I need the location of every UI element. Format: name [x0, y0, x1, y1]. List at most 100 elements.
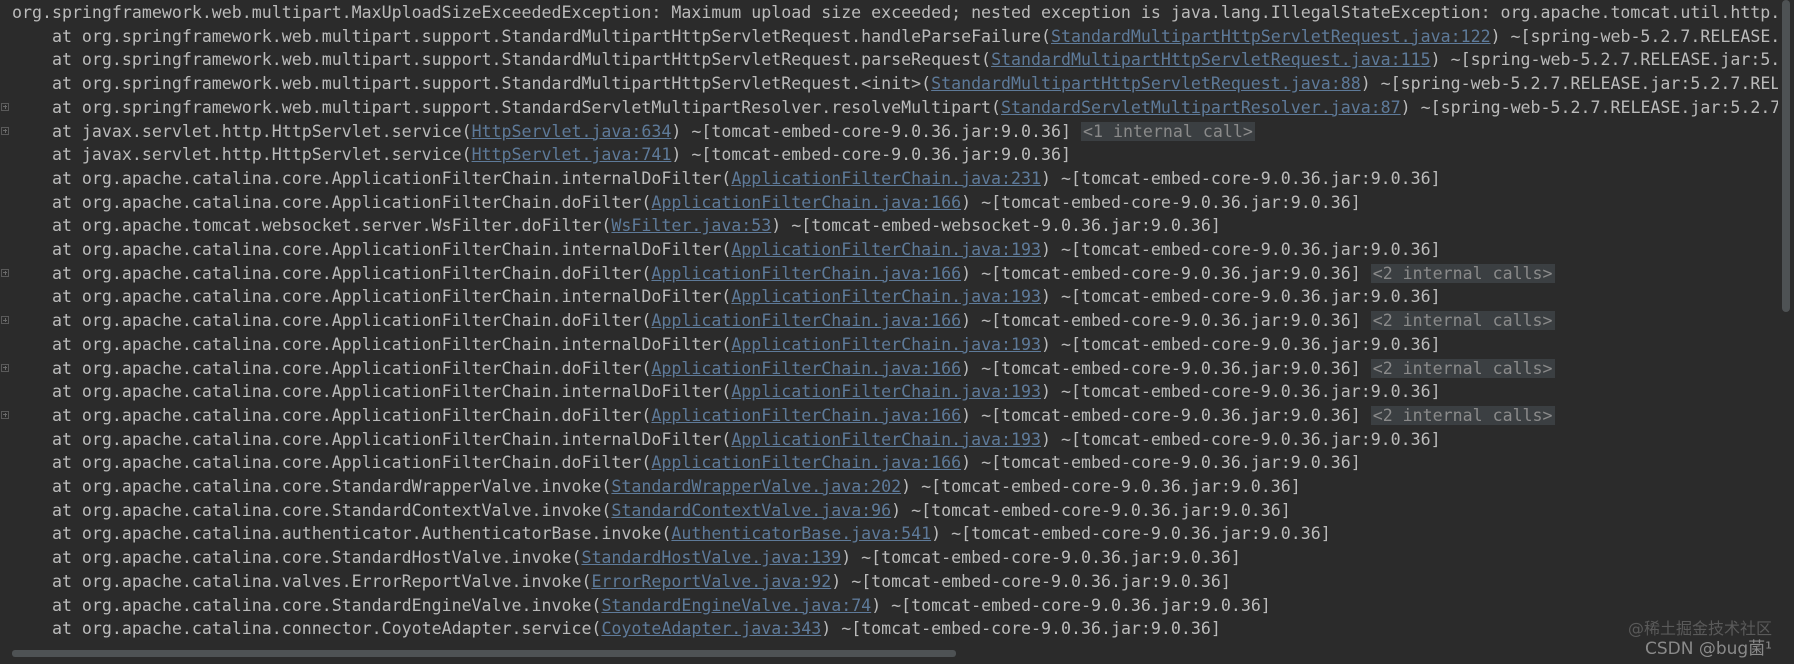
line-suffix: ) ~[tomcat-embed-core-9.0.36.jar:9.0.36] — [961, 405, 1371, 425]
vertical-scrollbar[interactable] — [1782, 0, 1790, 312]
line-suffix: ) ~[tomcat-embed-core-9.0.36.jar:9.0.36] — [931, 524, 1331, 544]
fold-expand-icon[interactable] — [0, 357, 12, 381]
source-link[interactable]: StandardServletMultipartResolver.java:87 — [1001, 98, 1401, 117]
internal-calls-fold[interactable]: <2 internal calls> — [1370, 358, 1555, 378]
line-text: at org.apache.catalina.core.ApplicationF… — [12, 357, 1555, 381]
internal-calls-fold[interactable]: <1 internal call> — [1080, 121, 1255, 141]
source-link[interactable]: StandardMultipartHttpServletRequest.java… — [991, 50, 1431, 69]
line-text: at org.apache.catalina.core.StandardCont… — [12, 499, 1291, 523]
line-text: at javax.servlet.http.HttpServlet.servic… — [12, 120, 1255, 144]
internal-calls-fold[interactable]: <2 internal calls> — [1370, 263, 1555, 283]
line-prefix: at org.apache.catalina.core.ApplicationF… — [12, 429, 732, 449]
line-text: at org.apache.catalina.core.ApplicationF… — [12, 238, 1441, 262]
source-link[interactable]: ApplicationFilterChain.java:193 — [731, 382, 1041, 401]
line-text: at javax.servlet.http.HttpServlet.servic… — [12, 143, 1071, 167]
source-link[interactable]: CoyoteAdapter.java:343 — [601, 619, 821, 638]
line-prefix: at org.apache.catalina.core.ApplicationF… — [12, 192, 652, 212]
line-suffix: ) ~[spring-web-5.2.7.RELEASE.jar:5.2.7.R… — [1400, 97, 1778, 117]
source-link[interactable]: ApplicationFilterChain.java:193 — [731, 287, 1041, 306]
line-suffix: ) ~[tomcat-embed-core-9.0.36.jar:9.0.36] — [1041, 382, 1441, 402]
line-prefix: at org.apache.catalina.core.ApplicationF… — [12, 334, 732, 354]
line-prefix: at org.apache.catalina.connector.CoyoteA… — [12, 619, 602, 639]
source-link[interactable]: ApplicationFilterChain.java:166 — [651, 359, 961, 378]
line-suffix: ) ~[tomcat-embed-core-9.0.36.jar:9.0.36] — [671, 145, 1071, 165]
watermark-top: @稀土掘金技术社区 — [1627, 619, 1772, 638]
fold-expand-icon[interactable] — [0, 404, 12, 428]
line-suffix: ) ~[tomcat-embed-core-9.0.36.jar:9.0.36] — [961, 192, 1361, 212]
console-output[interactable]: org.springframework.web.multipart.MaxUpl… — [0, 0, 1778, 650]
fold-expand-icon[interactable] — [0, 120, 12, 144]
source-link[interactable]: ApplicationFilterChain.java:193 — [731, 240, 1041, 259]
line-text: at org.apache.catalina.core.StandardWrap… — [12, 475, 1301, 499]
source-link[interactable]: ApplicationFilterChain.java:166 — [651, 406, 961, 425]
line-text: at org.apache.catalina.core.StandardEngi… — [12, 594, 1271, 618]
fold-expand-icon[interactable] — [0, 96, 12, 120]
source-link[interactable]: ErrorReportValve.java:92 — [591, 572, 831, 591]
source-link[interactable]: ApplicationFilterChain.java:166 — [651, 311, 961, 330]
fold-expand-icon[interactable] — [0, 309, 12, 333]
source-link[interactable]: ApplicationFilterChain.java:231 — [731, 169, 1041, 188]
line-suffix: ) ~[tomcat-embed-core-9.0.36.jar:9.0.36] — [961, 311, 1371, 331]
line-suffix: ) ~[tomcat-embed-core-9.0.36.jar:9.0.36] — [961, 358, 1371, 378]
line-text: at org.apache.catalina.core.ApplicationF… — [12, 167, 1441, 191]
line-prefix: at org.apache.catalina.core.ApplicationF… — [12, 263, 652, 283]
horizontal-scrollbar[interactable] — [12, 650, 956, 657]
source-link[interactable]: ApplicationFilterChain.java:193 — [731, 430, 1041, 449]
source-link[interactable]: StandardWrapperValve.java:202 — [611, 477, 901, 496]
source-link[interactable]: StandardEngineValve.java:74 — [601, 596, 871, 615]
line-prefix: at org.springframework.web.multipart.sup… — [12, 50, 992, 70]
source-link[interactable]: ApplicationFilterChain.java:166 — [651, 453, 961, 472]
source-link[interactable]: HttpServlet.java:634 — [472, 122, 672, 141]
line-suffix: ) ~[tomcat-embed-core-9.0.36.jar:9.0.36] — [1041, 168, 1441, 188]
line-text: at org.apache.catalina.core.ApplicationF… — [12, 191, 1361, 215]
line-prefix: at org.apache.catalina.core.StandardHost… — [12, 548, 582, 568]
line-prefix: at org.apache.catalina.core.ApplicationF… — [12, 240, 732, 259]
line-text: at org.apache.catalina.core.ApplicationF… — [12, 404, 1555, 428]
source-link[interactable]: WsFilter.java:53 — [611, 216, 771, 235]
line-suffix: ) ~[tomcat-embed-core-9.0.36.jar:9.0.36] — [831, 571, 1231, 591]
line-suffix: ) ~[tomcat-embed-core-9.0.36.jar:9.0.36] — [961, 453, 1361, 473]
line-text: at org.apache.catalina.core.StandardHost… — [12, 546, 1241, 570]
line-suffix: ) ~[tomcat-embed-core-9.0.36.jar:9.0.36] — [841, 548, 1241, 568]
line-text: at org.springframework.web.multipart.sup… — [12, 96, 1778, 120]
line-suffix: ) ~[tomcat-embed-core-9.0.36.jar:9.0.36] — [1041, 429, 1441, 449]
source-link[interactable]: HttpServlet.java:741 — [472, 145, 672, 164]
line-prefix: at org.apache.catalina.core.ApplicationF… — [12, 287, 732, 307]
line-text: org.springframework.web.multipart.MaxUpl… — [12, 1, 1778, 25]
line-prefix: at javax.servlet.http.HttpServlet.servic… — [12, 121, 472, 141]
line-text: at org.springframework.web.multipart.sup… — [12, 48, 1778, 72]
line-prefix: at org.apache.catalina.core.ApplicationF… — [12, 358, 652, 378]
line-text: at org.apache.tomcat.websocket.server.Ws… — [12, 214, 1221, 238]
fold-expand-icon[interactable] — [0, 262, 12, 286]
source-link[interactable]: ApplicationFilterChain.java:193 — [731, 335, 1041, 354]
watermark-bottom: CSDN @bug菌¹ — [1644, 639, 1772, 659]
source-link[interactable]: StandardMultipartHttpServletRequest.java… — [931, 74, 1361, 93]
line-text: at org.springframework.web.multipart.sup… — [12, 25, 1778, 49]
source-link[interactable]: AuthenticatorBase.java:541 — [671, 524, 931, 543]
line-prefix: at org.springframework.web.multipart.sup… — [12, 74, 932, 94]
line-suffix: ) ~[spring-web-5.2.7.RELEASE.jar:5.2.7.R… — [1360, 74, 1778, 94]
line-prefix: at org.apache.catalina.core.StandardWrap… — [12, 477, 612, 496]
line-prefix: at org.apache.catalina.core.StandardEngi… — [12, 595, 602, 615]
source-link[interactable]: StandardMultipartHttpServletRequest.java… — [1051, 27, 1491, 46]
line-text: at org.apache.catalina.valves.ErrorRepor… — [12, 570, 1231, 594]
line-suffix: ) ~[tomcat-embed-core-9.0.36.jar:9.0.36] — [961, 263, 1371, 283]
source-link[interactable]: StandardHostValve.java:139 — [581, 548, 841, 567]
line-text: at org.apache.catalina.core.ApplicationF… — [12, 262, 1555, 286]
line-text: at org.apache.catalina.core.ApplicationF… — [12, 333, 1441, 357]
line-prefix: at org.apache.catalina.core.ApplicationF… — [12, 168, 732, 188]
line-text: at org.apache.catalina.core.ApplicationF… — [12, 309, 1555, 333]
line-prefix: at org.apache.tomcat.websocket.server.Ws… — [12, 216, 612, 236]
line-text: at org.apache.catalina.authenticator.Aut… — [12, 522, 1331, 546]
line-text: at org.apache.catalina.core.ApplicationF… — [12, 451, 1361, 475]
source-link[interactable]: StandardContextValve.java:96 — [611, 501, 891, 520]
internal-calls-fold[interactable]: <2 internal calls> — [1370, 405, 1555, 425]
line-suffix: ) ~[tomcat-embed-core-9.0.36.jar:9.0.36] — [891, 500, 1291, 520]
source-link[interactable]: ApplicationFilterChain.java:166 — [651, 193, 961, 212]
internal-calls-fold[interactable]: <2 internal calls> — [1370, 311, 1555, 331]
line-prefix: at javax.servlet.http.HttpServlet.servic… — [12, 145, 472, 165]
line-suffix: ) ~[spring-web-5.2.7.RELEASE.jar:5.2.7.R… — [1430, 50, 1778, 70]
source-link[interactable]: ApplicationFilterChain.java:166 — [651, 264, 961, 283]
line-suffix: ) ~[tomcat-embed-websocket-9.0.36.jar:9.… — [771, 216, 1221, 236]
line-prefix: at org.apache.catalina.core.ApplicationF… — [12, 311, 652, 331]
